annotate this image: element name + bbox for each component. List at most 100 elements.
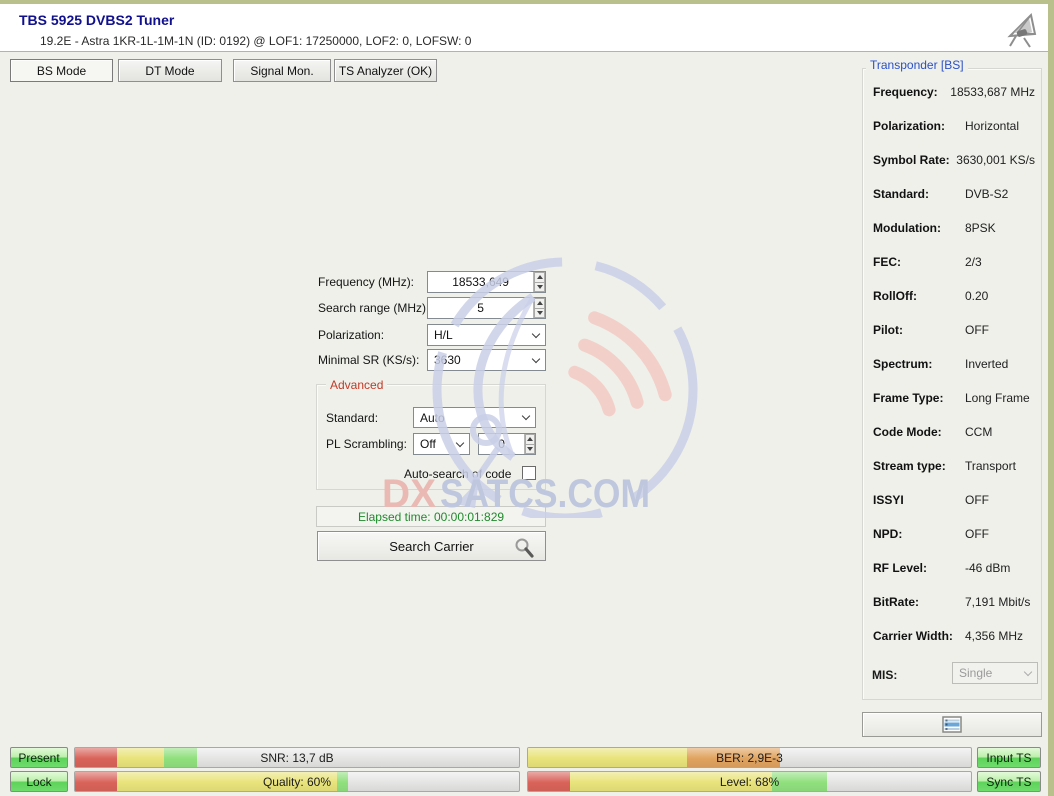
- frequency-field: [427, 271, 546, 293]
- transponder-field-row: Symbol Rate: 3630,001 KS/s: [873, 153, 1035, 167]
- header: TBS 5925 DVBS2 Tuner 19.2E - Astra 1KR-1…: [0, 4, 1048, 52]
- pl-scrambling-label: PL Scrambling:: [326, 437, 407, 451]
- pl-code-input[interactable]: [479, 434, 524, 454]
- transponder-list-button[interactable]: [862, 712, 1042, 737]
- field-value: Horizontal: [965, 119, 1019, 133]
- field-label: ISSYI: [873, 493, 965, 507]
- field-label: Stream type:: [873, 459, 965, 473]
- field-value: 4,356 MHz: [965, 629, 1023, 643]
- transponder-field-row: Frequency: 18533,687 MHz: [873, 85, 1035, 99]
- field-value: Inverted: [965, 357, 1008, 371]
- snr-gauge: SNR: 13,7 dB: [74, 747, 520, 768]
- transponder-list-icon: [942, 716, 962, 733]
- search-range-stepper: [533, 298, 545, 318]
- field-label: Frame Type:: [873, 391, 965, 405]
- sync-ts-indicator[interactable]: Sync TS: [977, 771, 1041, 792]
- standard-select[interactable]: Auto: [413, 407, 536, 428]
- tab-label: DT Mode: [145, 64, 194, 78]
- field-label: RF Level:: [873, 561, 965, 575]
- field-value: Transport: [965, 459, 1016, 473]
- tab-signal-monitor[interactable]: Signal Mon.: [233, 59, 331, 82]
- sync-ts-label: Sync TS: [986, 775, 1031, 789]
- input-ts-label: Input TS: [986, 751, 1031, 765]
- satellite-subtitle: 19.2E - Astra 1KR-1L-1M-1N (ID: 0192) @ …: [40, 34, 471, 48]
- field-value: 2/3: [965, 255, 982, 269]
- autosearch-checkbox[interactable]: [522, 466, 536, 480]
- lock-label: Lock: [26, 775, 51, 789]
- chevron-down-icon: [527, 359, 545, 362]
- satellite-dish-icon: [1000, 10, 1042, 50]
- transponder-field-row: Code Mode: CCM: [873, 425, 1035, 439]
- present-indicator[interactable]: Present: [10, 747, 68, 768]
- window-border-top: [0, 0, 1054, 4]
- transponder-field-row: RF Level: -46 dBm: [873, 561, 1035, 575]
- field-value: 0.20: [965, 289, 988, 303]
- field-value: -46 dBm: [965, 561, 1010, 575]
- chevron-down-icon: [451, 443, 469, 446]
- tab-dt-mode[interactable]: DT Mode: [118, 59, 222, 82]
- polarization-label: Polarization:: [318, 328, 384, 342]
- ber-gauge: BER: 2,9E-3: [527, 747, 972, 768]
- pl-code-stepper: [524, 434, 535, 454]
- field-value: DVB-S2: [965, 187, 1008, 201]
- elapsed-time-box: Elapsed time: 00:00:01:829: [316, 506, 546, 527]
- transponder-panel-title: Transponder [BS]: [866, 58, 968, 72]
- tuner-window: TBS 5925 DVBS2 Tuner 19.2E - Astra 1KR-1…: [0, 0, 1054, 796]
- pl-scrambling-select[interactable]: Off: [413, 433, 470, 455]
- frequency-input[interactable]: [428, 272, 533, 292]
- field-label: Pilot:: [873, 323, 965, 337]
- search-carrier-button[interactable]: Search Carrier: [317, 531, 546, 561]
- lock-indicator[interactable]: Lock: [10, 771, 68, 792]
- pl-code-field: [478, 433, 536, 455]
- transponder-field-row: Stream type: Transport: [873, 459, 1035, 473]
- chevron-down-icon: [517, 416, 535, 419]
- transponder-field-row: Modulation: 8PSK: [873, 221, 1035, 235]
- transponder-field-row: Polarization: Horizontal: [873, 119, 1035, 133]
- field-label: Standard:: [873, 187, 965, 201]
- present-label: Present: [18, 751, 59, 765]
- mis-value: Single: [953, 666, 1019, 680]
- minimal-sr-select[interactable]: 3630: [427, 349, 546, 371]
- polarization-select[interactable]: H/L: [427, 324, 546, 346]
- transponder-field-row: Standard: DVB-S2: [873, 187, 1035, 201]
- spinner-up-icon[interactable]: [534, 272, 545, 283]
- spinner-up-icon[interactable]: [534, 298, 545, 309]
- transponder-field-row: Frame Type: Long Frame: [873, 391, 1035, 405]
- transponder-field-row: Spectrum: Inverted: [873, 357, 1035, 371]
- transponder-field-row: BitRate: 7,191 Mbit/s: [873, 595, 1035, 609]
- spinner-down-icon[interactable]: [534, 283, 545, 293]
- spinner-up-icon[interactable]: [525, 434, 535, 445]
- frequency-label: Frequency (MHz):: [318, 275, 414, 289]
- field-value: OFF: [965, 527, 989, 541]
- mis-label: MIS:: [872, 668, 897, 682]
- tab-bs-mode[interactable]: BS Mode: [10, 59, 113, 82]
- quality-gauge: Quality: 60%: [74, 771, 520, 792]
- field-label: Frequency:: [873, 85, 950, 99]
- search-range-field: [427, 297, 546, 319]
- field-value: 7,191 Mbit/s: [965, 595, 1030, 609]
- field-label: Spectrum:: [873, 357, 965, 371]
- minimal-sr-value: 3630: [428, 353, 527, 367]
- input-ts-indicator[interactable]: Input TS: [977, 747, 1041, 768]
- spinner-down-icon[interactable]: [525, 445, 535, 455]
- search-carrier-label: Search Carrier: [389, 539, 474, 554]
- window-border-right: [1048, 0, 1054, 796]
- standard-value: Auto: [414, 411, 517, 425]
- app-title: TBS 5925 DVBS2 Tuner: [19, 12, 174, 28]
- tab-ts-analyzer[interactable]: TS Analyzer (OK): [334, 59, 437, 82]
- minimal-sr-label: Minimal SR (KS/s):: [318, 353, 419, 367]
- field-value: 18533,687 MHz: [950, 85, 1035, 99]
- field-value: OFF: [965, 493, 989, 507]
- chevron-down-icon: [527, 334, 545, 337]
- mis-select: Single: [952, 662, 1038, 684]
- spinner-down-icon[interactable]: [534, 309, 545, 319]
- transponder-fields: Frequency: 18533,687 MHz Polarization: H…: [863, 69, 1041, 699]
- field-value: 8PSK: [965, 221, 996, 235]
- magnifier-icon: [513, 537, 535, 559]
- advanced-group-title: Advanced: [326, 378, 387, 392]
- search-range-input[interactable]: [428, 298, 533, 318]
- transponder-panel: Frequency: 18533,687 MHz Polarization: H…: [862, 68, 1042, 700]
- field-value: OFF: [965, 323, 989, 337]
- field-label: Carrier Width:: [873, 629, 965, 643]
- frequency-stepper: [533, 272, 545, 292]
